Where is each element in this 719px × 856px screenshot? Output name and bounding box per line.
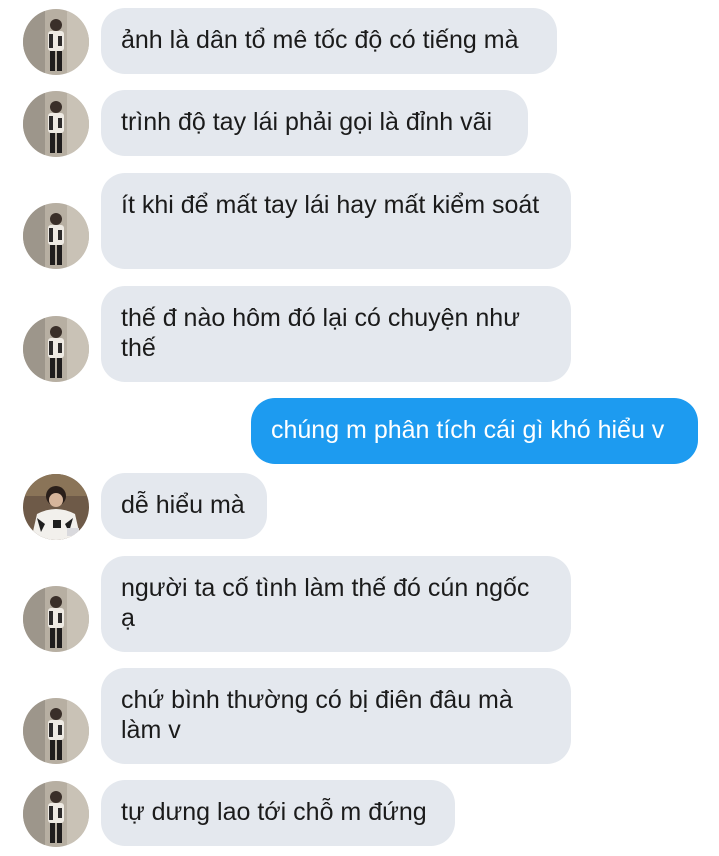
message-text: thế đ nào hôm đó lại có chuyện như thế xyxy=(121,304,520,362)
message-bubble: tự dưng lao tới chỗ m đứng xyxy=(101,780,455,846)
message-text: tự dưng lao tới chỗ m đứng xyxy=(121,798,427,826)
avatar[interactable] xyxy=(23,203,89,269)
message-bubble: chứ bình thường có bị điên đâu mà làm v xyxy=(101,668,571,764)
message-text: trình độ tay lái phải gọi là đỉnh vãi xyxy=(121,108,493,136)
message-text: chúng m phân tích cái gì khó hiểu v xyxy=(271,416,665,444)
message-text: ảnh là dân tổ mê tốc độ có tiếng mà xyxy=(121,26,519,54)
avatar[interactable] xyxy=(23,698,89,764)
message-text: dễ hiểu mà xyxy=(121,491,245,519)
message-bubble: ít khi để mất tay lái hay mất kiểm soát xyxy=(101,173,571,269)
avatar[interactable] xyxy=(23,586,89,652)
message-text: chứ bình thường có bị điên đâu mà làm v xyxy=(121,686,513,744)
chat-screen: { "colors": { "incoming_bubble": "#e4e8e… xyxy=(0,0,719,856)
message-bubble-outgoing: chúng m phân tích cái gì khó hiểu v xyxy=(251,398,698,464)
avatar[interactable] xyxy=(23,91,89,157)
message-text: ít khi để mất tay lái hay mất kiểm soát xyxy=(121,191,540,219)
message-bubble: dễ hiểu mà xyxy=(101,473,267,539)
message-bubble: ảnh là dân tổ mê tốc độ có tiếng mà xyxy=(101,8,557,74)
message-bubble: trình độ tay lái phải gọi là đỉnh vãi xyxy=(101,90,528,156)
avatar[interactable] xyxy=(23,316,89,382)
avatar[interactable] xyxy=(23,9,89,75)
avatar[interactable] xyxy=(23,474,89,540)
message-text: người ta cố tình làm thế đó cún ngốc ạ xyxy=(121,574,530,632)
message-bubble: người ta cố tình làm thế đó cún ngốc ạ xyxy=(101,556,571,652)
message-bubble: thế đ nào hôm đó lại có chuyện như thế xyxy=(101,286,571,382)
avatar[interactable] xyxy=(23,781,89,847)
